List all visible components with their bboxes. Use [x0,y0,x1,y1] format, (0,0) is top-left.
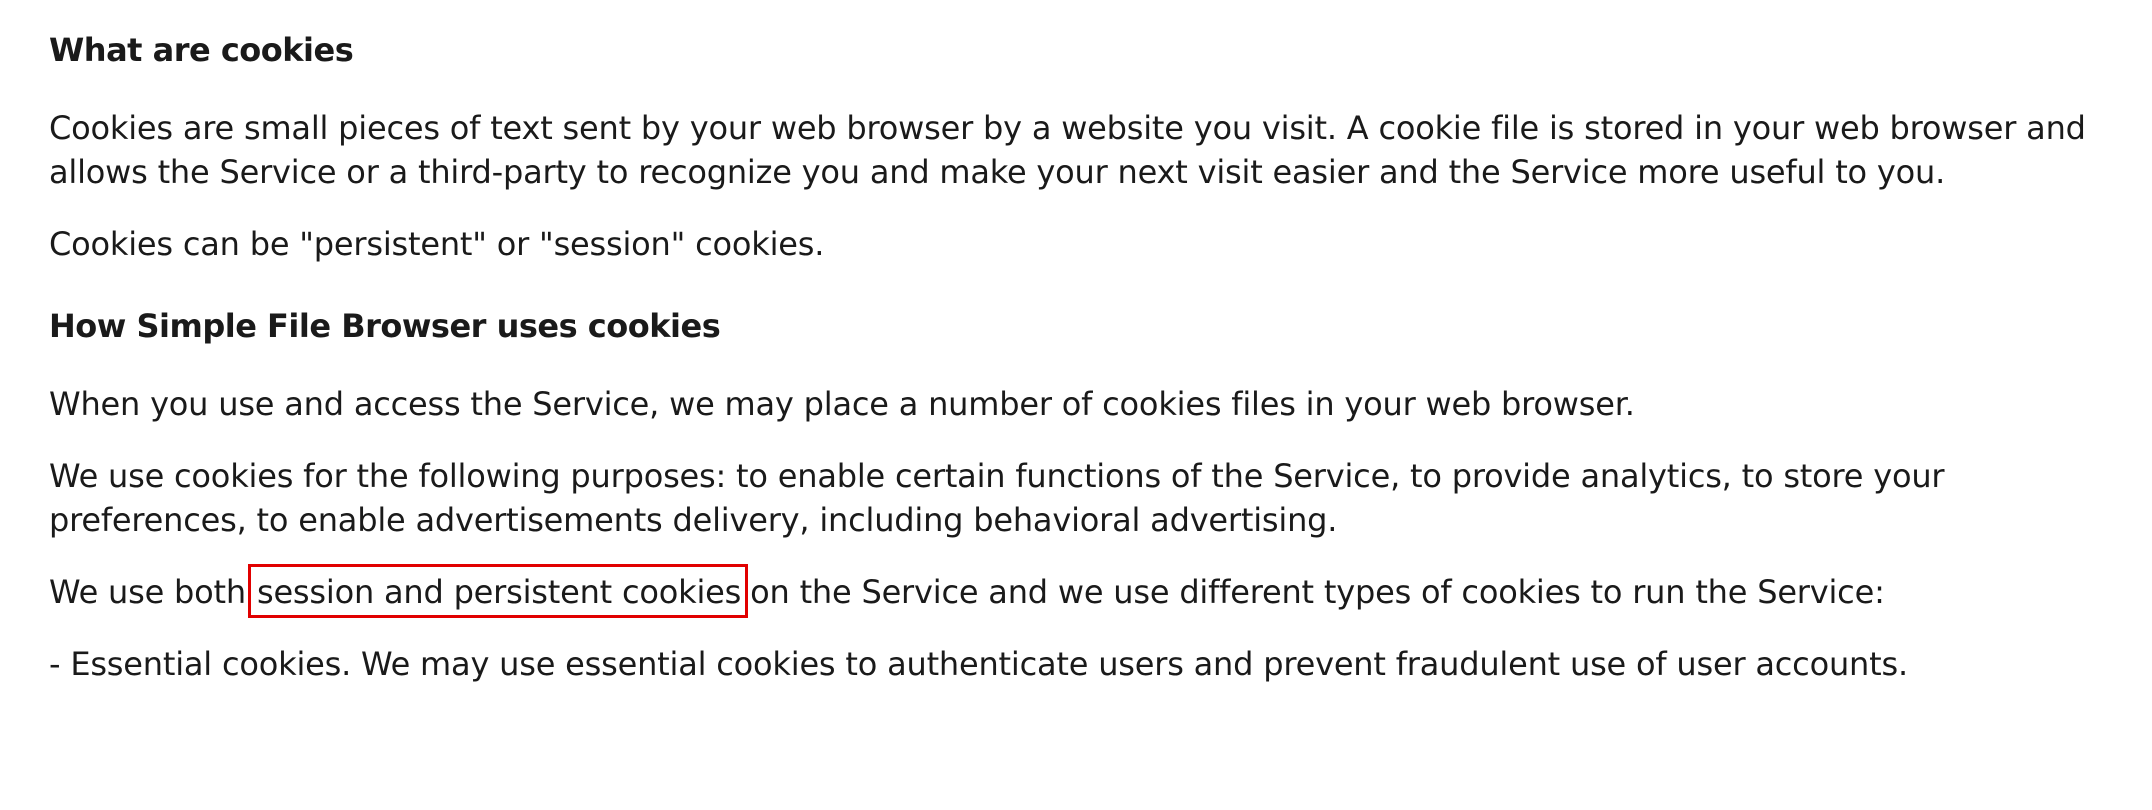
cookies-kinds-text-before: We use both [49,573,246,611]
cookies-purposes-paragraph: We use cookies for the following purpose… [49,457,1945,539]
essential-cookies-paragraph: - Essential cookies. We may use essentia… [49,645,1908,683]
cookies-kinds-paragraph: We use both session and persistent cookie… [49,564,2119,618]
highlighted-session-persistent-cookies: session and persistent cookies [247,564,749,618]
cookies-definition-paragraph: Cookies are small pieces of text sent by… [49,109,2086,191]
cookie-policy-document: What are cookies Cookies are small piece… [49,22,2119,686]
how-app-uses-cookies-heading: How Simple File Browser uses cookies [49,307,721,345]
cookies-kinds-text-after: on the Service and we use different type… [750,573,1885,611]
what-are-cookies-heading: What are cookies [49,31,354,69]
cookies-placement-paragraph: When you use and access the Service, we … [49,385,1635,423]
cookies-types-paragraph: Cookies can be "persistent" or "session"… [49,225,825,263]
